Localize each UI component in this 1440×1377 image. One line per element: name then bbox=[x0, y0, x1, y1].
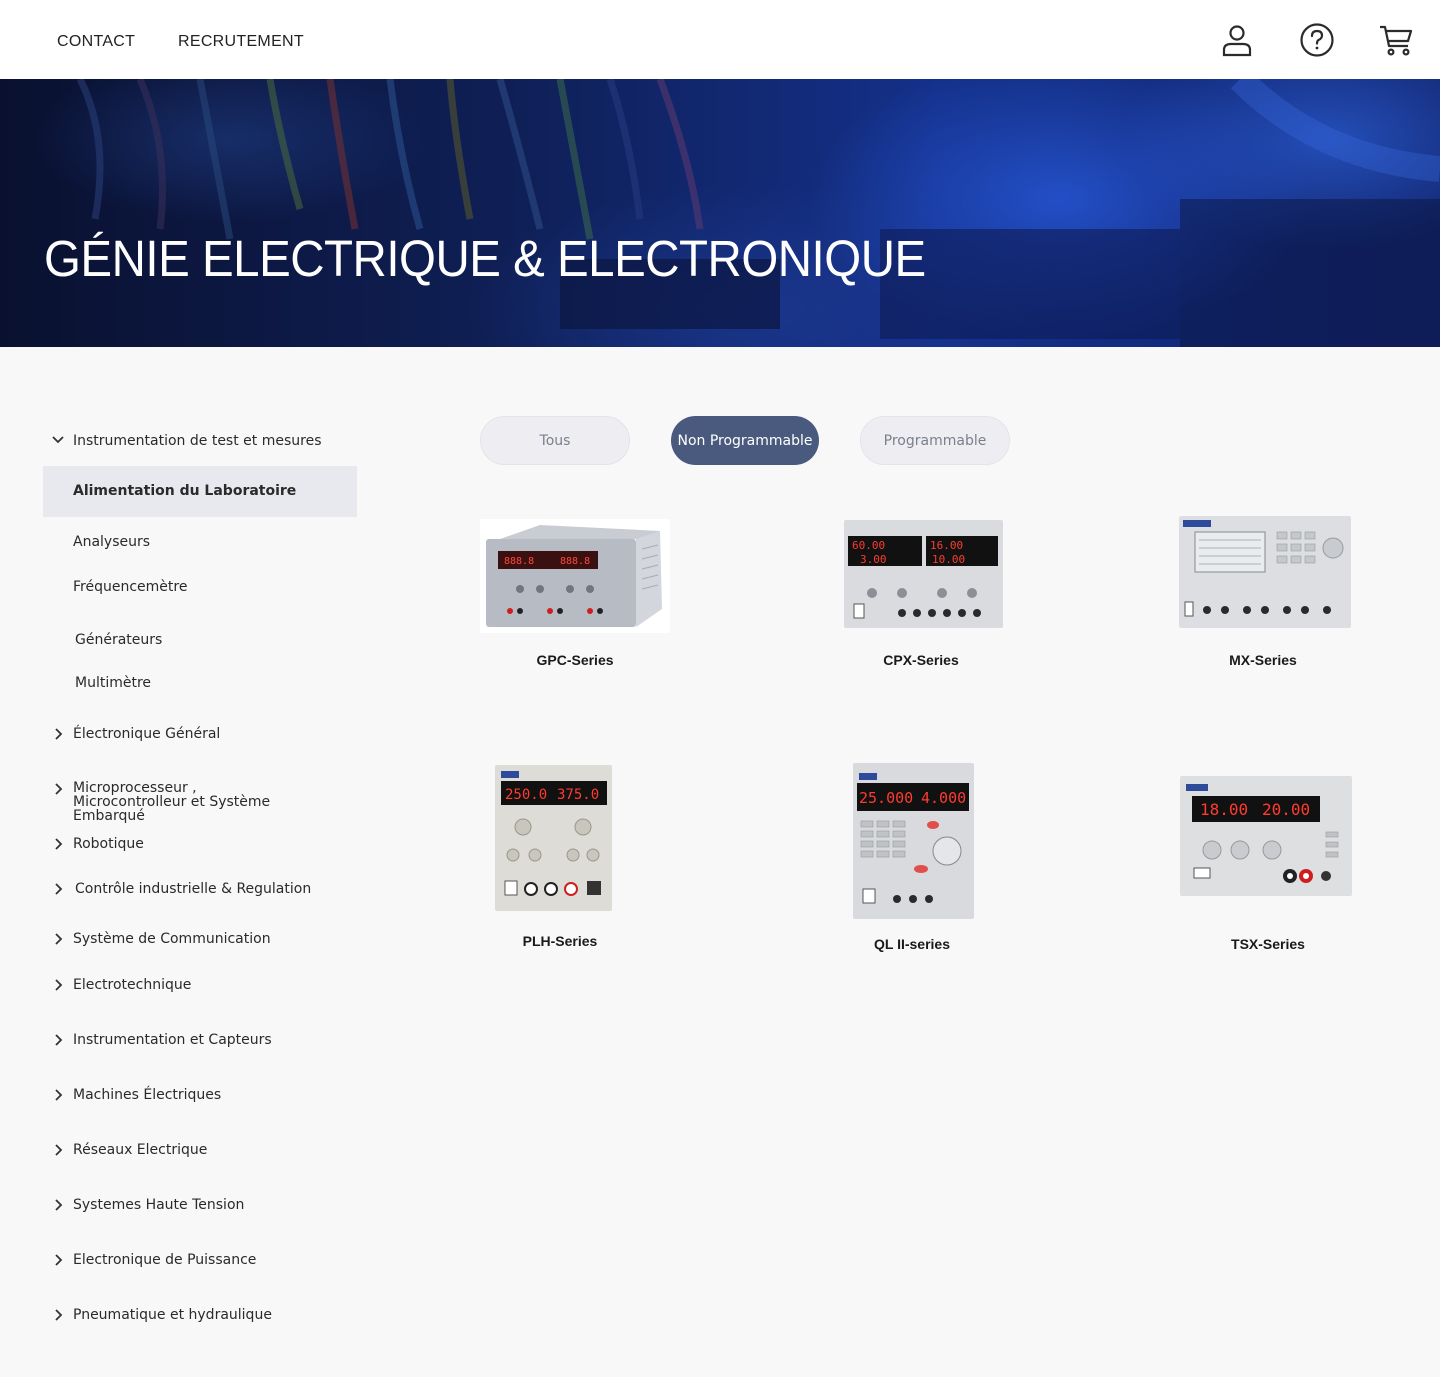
cpx-display-v2: 16.00 bbox=[930, 539, 963, 552]
product-name[interactable]: TSX-Series bbox=[1231, 936, 1305, 952]
sidebar-item-label: Alimentation du Laboratoire bbox=[73, 483, 297, 499]
sidebar-category-controle-industrielle[interactable]: Contrôle industrielle & Regulation bbox=[43, 881, 357, 897]
product-image-plh[interactable]: 250.0 375.0 bbox=[493, 759, 614, 915]
hero-banner: GÉNIE ELECTRIQUE & ELECTRONIQUE bbox=[0, 79, 1440, 347]
sidebar-item-label: Générateurs bbox=[75, 632, 163, 648]
tsx-display-current: 20.00 bbox=[1262, 800, 1310, 819]
sidebar-item-alimentation[interactable]: Alimentation du Laboratoire bbox=[43, 466, 357, 517]
product-image-cpx[interactable]: 60.00 16.00 3.00 10.00 bbox=[842, 518, 1005, 632]
hero-background-image bbox=[76, 79, 1440, 347]
chevron-right-icon bbox=[51, 1033, 65, 1047]
product-name[interactable]: QL II-series bbox=[874, 936, 950, 952]
help-icon[interactable] bbox=[1299, 22, 1335, 58]
product-image-ql-ii[interactable]: 25.000 4.000 bbox=[851, 759, 976, 922]
product-image-tsx[interactable]: 18.00 20.00 bbox=[1178, 772, 1354, 900]
sidebar-category-label: Machines Électriques bbox=[73, 1087, 222, 1103]
product-name[interactable]: MX-Series bbox=[1229, 652, 1297, 668]
top-header: CONTACT RECRUTEMENT bbox=[0, 0, 1440, 79]
sidebar-category-label: Systemes Haute Tension bbox=[73, 1197, 245, 1213]
sidebar-category-instrumentation[interactable]: Instrumentation de test et mesures bbox=[43, 433, 357, 449]
sidebar-category-robotique[interactable]: Robotique bbox=[43, 836, 357, 852]
chevron-right-icon bbox=[51, 837, 65, 851]
chevron-down-icon bbox=[51, 433, 65, 447]
sidebar-item-frequencemetre[interactable]: Fréquencemètre bbox=[43, 579, 357, 595]
cpx-display-i1: 3.00 bbox=[860, 553, 887, 566]
cpx-display-i2: 10.00 bbox=[932, 553, 965, 566]
sidebar-item-label: Multimètre bbox=[75, 675, 152, 691]
chevron-right-icon bbox=[51, 932, 65, 946]
chevron-right-icon bbox=[51, 1253, 65, 1267]
sidebar-category-label: Instrumentation de test et mesures bbox=[73, 433, 322, 449]
sidebar-category-label: Pneumatique et hydraulique bbox=[73, 1307, 272, 1323]
sidebar-category-label: Réseaux Electrique bbox=[73, 1142, 208, 1158]
sidebar-item-generateurs[interactable]: Générateurs bbox=[43, 632, 357, 648]
chevron-right-icon bbox=[51, 1198, 65, 1212]
sidebar-item-label: Analyseurs bbox=[73, 534, 151, 550]
sidebar-category-electrotechnique[interactable]: Electrotechnique bbox=[43, 977, 357, 993]
sidebar-item-analyseurs[interactable]: Analyseurs bbox=[43, 534, 357, 550]
sidebar-category-pneumatique[interactable]: Pneumatique et hydraulique bbox=[43, 1307, 357, 1323]
product-name[interactable]: PLH-Series bbox=[523, 933, 598, 949]
chevron-right-icon bbox=[51, 727, 65, 741]
sidebar-category-electronique-puissance[interactable]: Electronique de Puissance bbox=[43, 1252, 357, 1268]
sidebar-category-communication[interactable]: Système de Communication bbox=[43, 931, 357, 947]
chevron-right-icon bbox=[51, 1088, 65, 1102]
svg-text:888.8: 888.8 bbox=[504, 556, 534, 567]
cpx-display-v1: 60.00 bbox=[852, 539, 885, 552]
chevron-right-icon bbox=[51, 782, 65, 796]
filter-tous-button[interactable]: Tous bbox=[480, 416, 630, 465]
user-icon[interactable] bbox=[1219, 22, 1255, 58]
sidebar-category-label: Electrotechnique bbox=[73, 977, 192, 993]
sidebar-category-label: Système de Communication bbox=[73, 931, 271, 947]
sidebar-item-label: Fréquencemètre bbox=[73, 579, 188, 595]
product-name[interactable]: GPC-Series bbox=[536, 652, 613, 668]
chevron-right-icon bbox=[51, 978, 65, 992]
filter-non-programmable-button[interactable]: Non Programmable bbox=[671, 416, 819, 465]
sidebar-category-reseaux-electrique[interactable]: Réseaux Electrique bbox=[43, 1142, 357, 1158]
sidebar-category-label: Contrôle industrielle & Regulation bbox=[75, 881, 312, 897]
product-name[interactable]: CPX-Series bbox=[883, 652, 958, 668]
nav-recrutement-link[interactable]: RECRUTEMENT bbox=[178, 33, 304, 51]
product-image-mx[interactable] bbox=[1177, 512, 1355, 632]
plh-display-voltage: 250.0 bbox=[505, 787, 547, 803]
sidebar-category-microprocesseur[interactable]: Microprocesseur , Microcontrolleur et Sy… bbox=[43, 780, 357, 823]
sidebar-category-label: Microprocesseur , Microcontrolleur et Sy… bbox=[73, 780, 271, 824]
chevron-right-icon bbox=[51, 1143, 65, 1157]
sidebar-category-label: Electronique de Puissance bbox=[73, 1252, 257, 1268]
nav-contact-link[interactable]: CONTACT bbox=[57, 33, 135, 51]
sidebar-category-instrumentation-capteurs[interactable]: Instrumentation et Capteurs bbox=[43, 1032, 357, 1048]
sidebar-category-haute-tension[interactable]: Systemes Haute Tension bbox=[43, 1197, 357, 1213]
product-image-gpc[interactable]: 888.8 888.8 bbox=[480, 519, 670, 633]
sidebar-category-label: Électronique Général bbox=[73, 726, 221, 742]
svg-text:888.8: 888.8 bbox=[560, 556, 590, 567]
tsx-display-voltage: 18.00 bbox=[1200, 800, 1248, 819]
ql-display-current: 4.000 bbox=[921, 789, 966, 807]
sidebar-category-label: Robotique bbox=[73, 836, 144, 852]
sidebar-category-electronique-general[interactable]: Électronique Général bbox=[43, 726, 357, 742]
filter-programmable-button[interactable]: Programmable bbox=[860, 416, 1010, 465]
sidebar-category-machines-electriques[interactable]: Machines Électriques bbox=[43, 1087, 357, 1103]
sidebar-category-label: Instrumentation et Capteurs bbox=[73, 1032, 272, 1048]
cart-icon[interactable] bbox=[1378, 22, 1414, 58]
sidebar-item-multimetre[interactable]: Multimètre bbox=[43, 675, 357, 691]
page-title: GÉNIE ELECTRIQUE & ELECTRONIQUE bbox=[44, 230, 926, 287]
chevron-right-icon bbox=[51, 1308, 65, 1322]
chevron-right-icon bbox=[51, 882, 65, 896]
plh-display-current: 375.0 bbox=[557, 787, 599, 803]
ql-display-voltage: 25.000 bbox=[859, 789, 913, 807]
